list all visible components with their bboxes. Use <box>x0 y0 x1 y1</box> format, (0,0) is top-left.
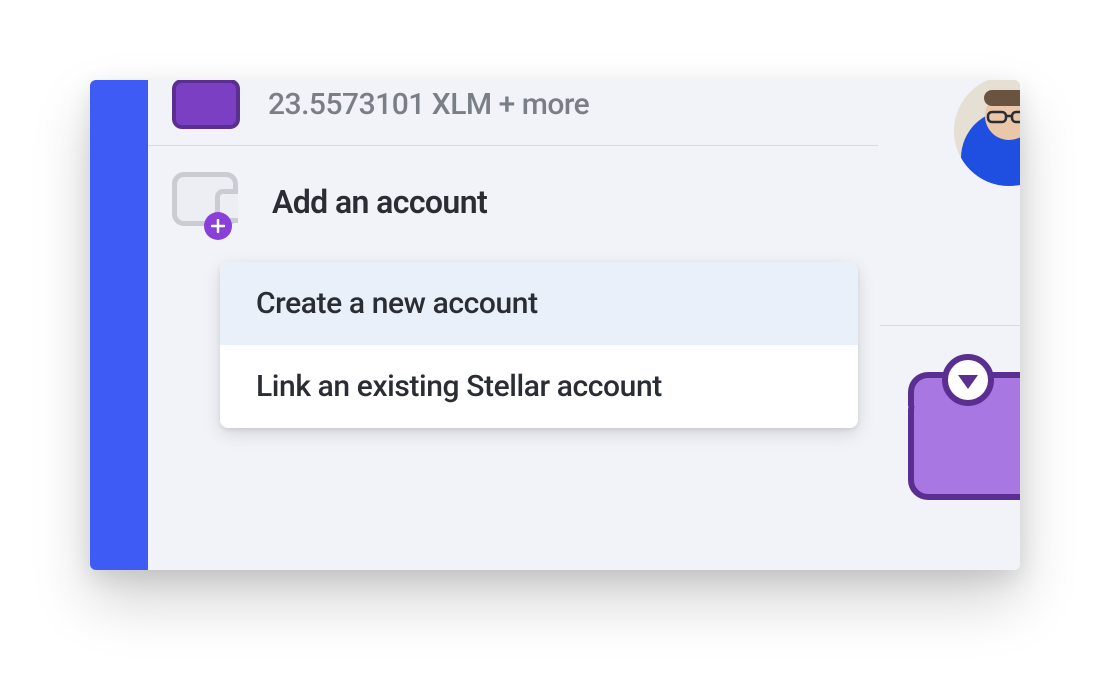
plus-icon <box>204 212 232 240</box>
add-wallet-icon <box>172 172 242 232</box>
dropdown-item-create[interactable]: Create a new account <box>220 262 858 345</box>
deposit-wallet-icon[interactable] <box>908 362 1020 502</box>
nav-sidebar[interactable] <box>90 80 148 570</box>
divider <box>880 325 1020 326</box>
balance-text: 23.5573101 XLM + more <box>268 87 589 122</box>
download-arrow-icon <box>942 354 994 406</box>
stage: 23.5573101 XLM + more Add an account Cre… <box>0 0 1100 700</box>
dropdown-item-link[interactable]: Link an existing Stellar account <box>220 345 858 428</box>
add-account-dropdown: Create a new account Link an existing St… <box>220 262 858 428</box>
divider <box>148 145 878 146</box>
add-account-button[interactable]: Add an account <box>172 172 487 232</box>
add-account-label: Add an account <box>272 183 487 221</box>
main-panel: 23.5573101 XLM + more Add an account Cre… <box>148 80 1020 570</box>
wallet-icon <box>172 80 240 129</box>
app-screenshot: 23.5573101 XLM + more Add an account Cre… <box>90 80 1020 570</box>
account-balance-row[interactable]: 23.5573101 XLM + more <box>148 80 1020 132</box>
